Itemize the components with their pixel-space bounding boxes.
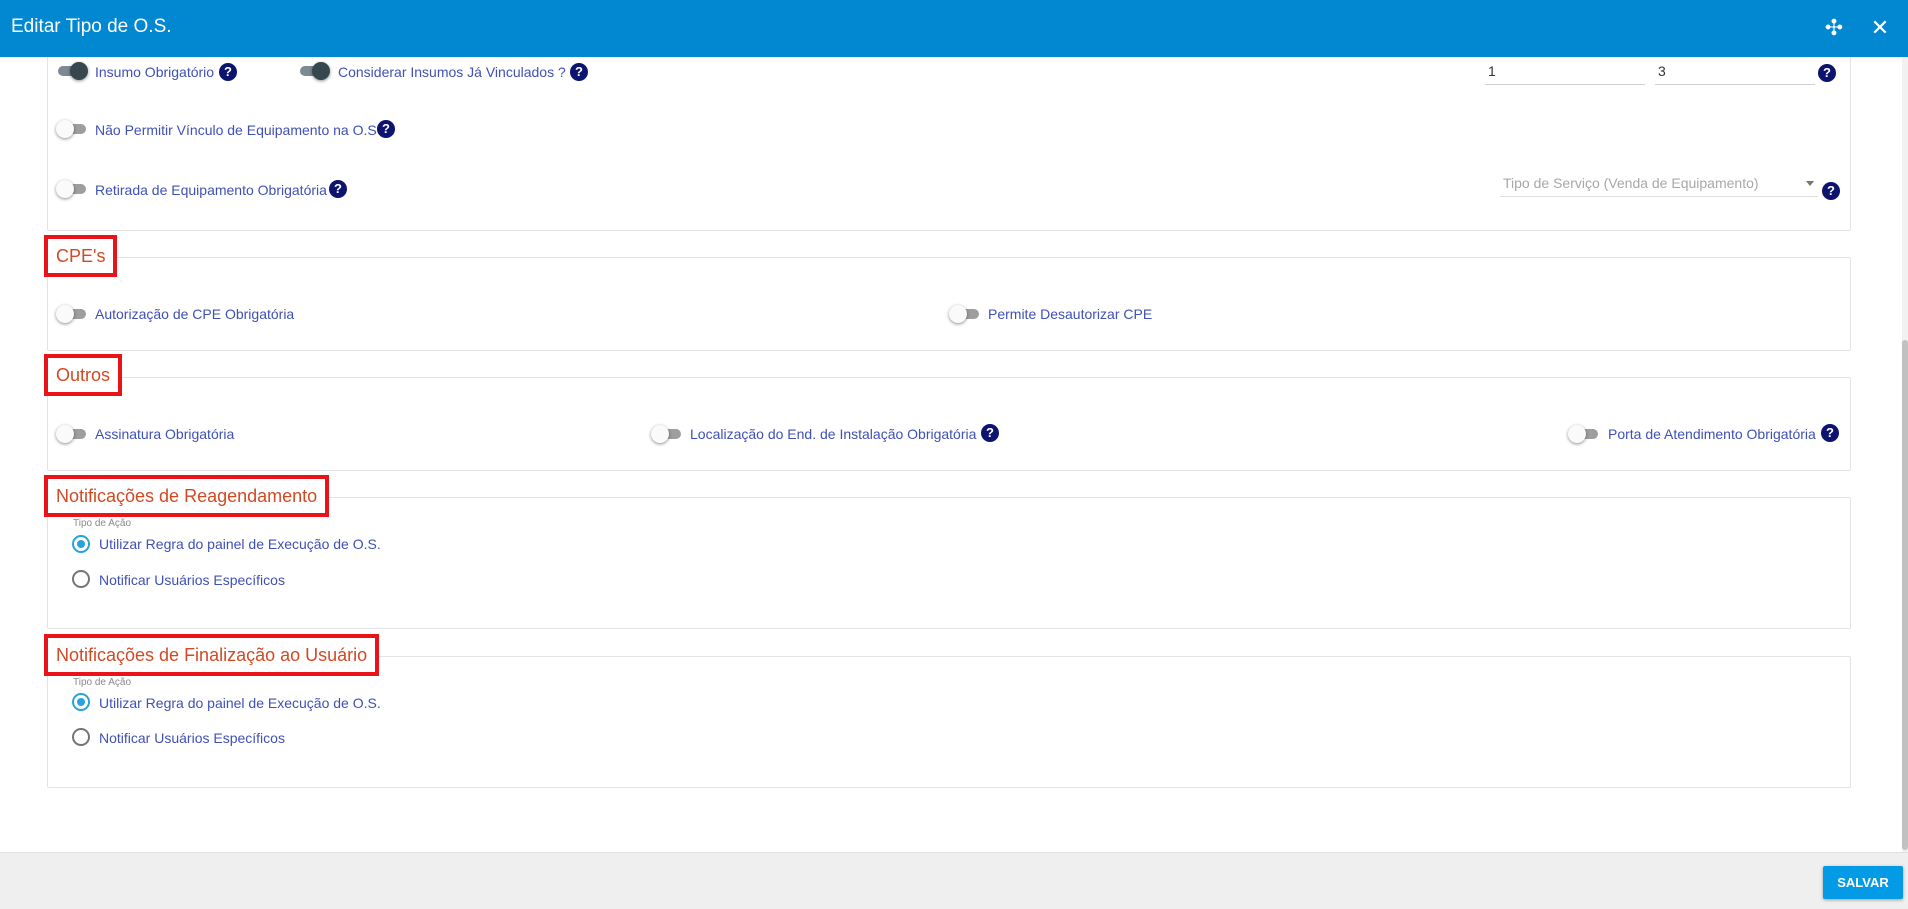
porta-atendimento-label: Porta de Atendimento Obrigatória xyxy=(1608,426,1816,442)
finalizacao-option-regra-label[interactable]: Utilizar Regra do painel de Execução de … xyxy=(99,694,381,712)
help-icon[interactable]: ? xyxy=(377,120,395,138)
autorizacao-cpe-label: Autorização de CPE Obrigatória xyxy=(95,306,295,322)
dialog-header: Editar Tipo de O.S. ✣ ✕ xyxy=(0,0,1908,57)
chevron-down-icon xyxy=(1806,181,1814,186)
collapse-icon[interactable]: ✣ xyxy=(1820,14,1848,42)
finalizacao-option-regra-radio[interactable] xyxy=(72,693,90,711)
assinatura-label: Assinatura Obrigatória xyxy=(95,426,235,442)
considerar-insumos-toggle[interactable] xyxy=(298,62,330,80)
assinatura-toggle[interactable] xyxy=(56,425,88,443)
localizacao-label: Localização do End. de Instalação Obriga… xyxy=(690,426,977,442)
insumo-obrigatorio-toggle[interactable] xyxy=(56,62,88,80)
finalizacao-legend: Notificações de Finalização ao Usuário xyxy=(44,634,380,676)
insumo-obrigatorio-label: Insumo Obrigatório xyxy=(95,64,215,80)
retirada-obrigatoria-toggle[interactable] xyxy=(56,180,88,198)
reagendamento-option-regra-radio[interactable] xyxy=(72,535,90,553)
reagendamento-option-usuarios-label[interactable]: Notificar Usuários Específicos xyxy=(99,571,285,589)
quantity-max-input[interactable]: 3 xyxy=(1655,57,1815,85)
help-icon[interactable]: ? xyxy=(1818,64,1836,82)
help-icon[interactable]: ? xyxy=(1822,182,1840,200)
nao-permitir-vinculo-toggle[interactable] xyxy=(56,120,88,138)
localizacao-toggle[interactable] xyxy=(651,425,683,443)
help-icon[interactable]: ? xyxy=(1821,424,1839,442)
tipo-acao-label: Tipo de Ação xyxy=(73,677,132,688)
help-icon[interactable]: ? xyxy=(219,63,237,81)
tipo-acao-label: Tipo de Ação xyxy=(73,518,132,529)
retirada-obrigatoria-label: Retirada de Equipamento Obrigatória xyxy=(95,182,327,198)
finalizacao-option-usuarios-label[interactable]: Notificar Usuários Específicos xyxy=(99,729,285,747)
help-icon[interactable]: ? xyxy=(329,180,347,198)
quantity-min-input[interactable]: 1 xyxy=(1485,57,1645,85)
tipo-servico-select[interactable]: Tipo de Serviço (Venda de Equipamento) xyxy=(1500,169,1818,197)
outros-panel xyxy=(47,377,1851,471)
help-icon[interactable]: ? xyxy=(981,424,999,442)
cpes-legend: CPE's xyxy=(44,235,118,277)
close-icon[interactable]: ✕ xyxy=(1866,14,1894,42)
help-icon[interactable]: ? xyxy=(570,63,588,81)
reagendamento-option-regra-label[interactable]: Utilizar Regra do painel de Execução de … xyxy=(99,535,381,553)
dialog-title: Editar Tipo de O.S. xyxy=(11,16,172,37)
cpes-panel xyxy=(47,257,1851,351)
scrollbar[interactable] xyxy=(1902,57,1908,852)
considerar-insumos-label: Considerar Insumos Já Vinculados ? xyxy=(338,64,566,80)
autorizacao-cpe-toggle[interactable] xyxy=(56,305,88,323)
tipo-servico-placeholder: Tipo de Serviço (Venda de Equipamento) xyxy=(1503,175,1759,191)
reagendamento-legend: Notificações de Reagendamento xyxy=(44,475,330,517)
dialog-footer: SALVAR xyxy=(0,852,1908,909)
permite-desautorizar-label: Permite Desautorizar CPE xyxy=(988,306,1153,322)
finalizacao-option-usuarios-radio[interactable] xyxy=(72,728,90,746)
save-button[interactable]: SALVAR xyxy=(1823,866,1903,899)
dialog-content: Insumo Obrigatório ? Considerar Insumos … xyxy=(0,57,1908,852)
nao-permitir-vinculo-label: Não Permitir Vínculo de Equipamento na O… xyxy=(95,122,377,138)
outros-legend: Outros xyxy=(44,354,123,396)
porta-atendimento-toggle[interactable] xyxy=(1568,425,1600,443)
permite-desautorizar-toggle[interactable] xyxy=(949,305,981,323)
scrollbar-thumb[interactable] xyxy=(1902,340,1908,850)
reagendamento-option-usuarios-radio[interactable] xyxy=(72,570,90,588)
